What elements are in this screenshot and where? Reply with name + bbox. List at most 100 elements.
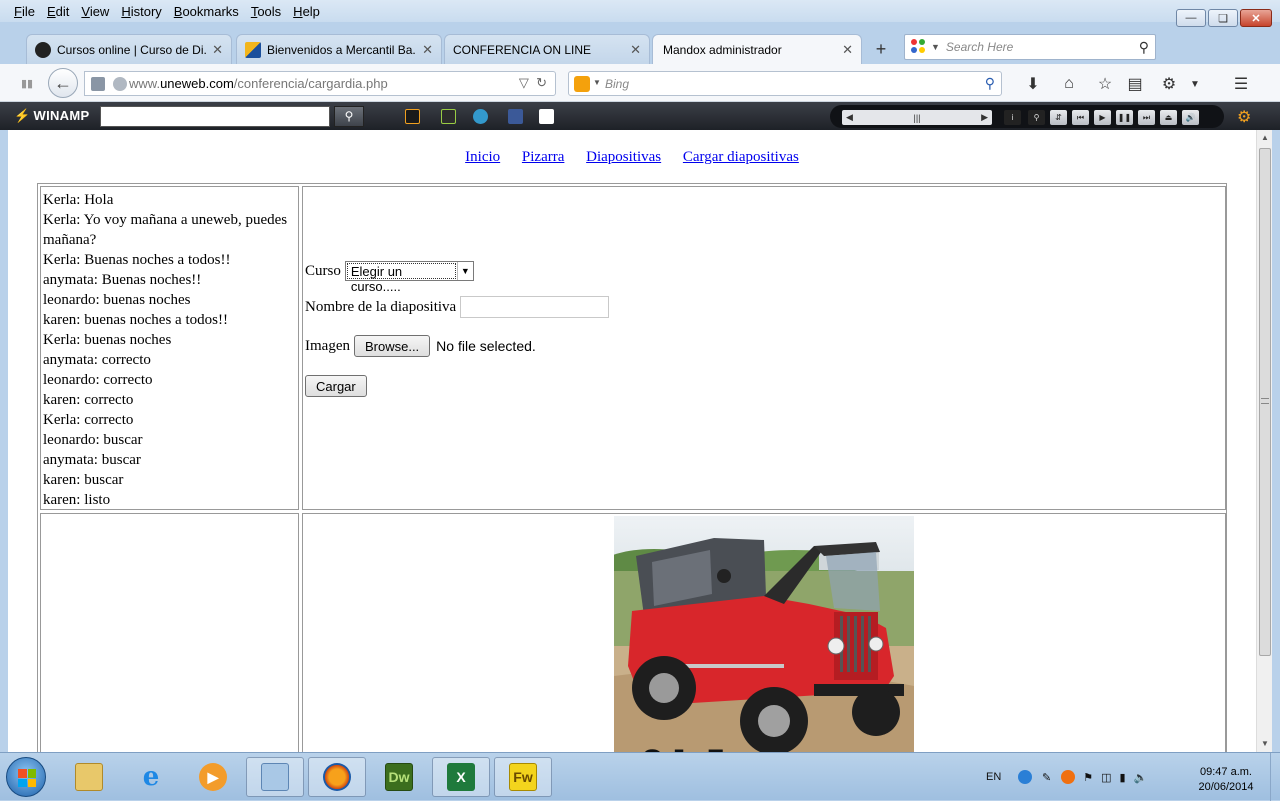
- back-button[interactable]: ←: [48, 68, 78, 98]
- browse-button[interactable]: Browse...: [353, 335, 431, 357]
- chat-message: Kerla: correcto: [43, 412, 134, 428]
- winamp-volume-slider[interactable]: ◀ ||| ▶: [842, 110, 992, 125]
- menu-file[interactable]: File: [8, 4, 41, 19]
- search-icon[interactable]: ⚲: [1139, 39, 1149, 56]
- ebay-icon[interactable]: [539, 109, 554, 124]
- menu-bookmarks[interactable]: Bookmarks: [168, 4, 245, 19]
- clock[interactable]: 09:47 a.m. 20/06/2014: [1186, 765, 1266, 795]
- curso-select[interactable]: Elegir un curso..... ▼: [344, 261, 474, 294]
- ie-app[interactable]: e: [122, 757, 180, 797]
- winamp-logo: ⚡ WINAMP: [14, 108, 89, 124]
- download-icon[interactable]: ⬇: [1022, 73, 1044, 95]
- scroll-up-icon[interactable]: ▲: [1257, 130, 1273, 146]
- close-tab-icon[interactable]: ✕: [630, 42, 641, 58]
- facebook-icon[interactable]: [508, 109, 523, 124]
- search-icon[interactable]: ⚲: [1028, 110, 1045, 125]
- excel-icon: X: [447, 763, 475, 791]
- chat-message: anymata: buscar: [43, 452, 141, 468]
- android-icon[interactable]: [441, 109, 456, 124]
- nav-cargar-diapositivas-link[interactable]: Cargar diapositivas: [683, 149, 799, 165]
- excel-app[interactable]: X: [432, 757, 490, 797]
- window-controls: — ❏ ✕: [1176, 9, 1272, 27]
- info-icon[interactable]: i: [1004, 110, 1021, 125]
- home-icon[interactable]: ⌂: [1058, 73, 1080, 95]
- addon-icon[interactable]: ⚙: [1158, 73, 1180, 95]
- jeep-photo: [614, 516, 914, 752]
- device-icon[interactable]: ◫: [1101, 771, 1111, 784]
- winamp-search-input[interactable]: [100, 106, 330, 127]
- close-window-button[interactable]: ✕: [1240, 9, 1272, 27]
- reload-icon[interactable]: ▽ ↻: [519, 75, 547, 91]
- chat-message: anymata: Buenas noches!!: [43, 272, 202, 288]
- nav-pizarra-link[interactable]: Pizarra: [522, 149, 564, 165]
- sync-icon[interactable]: [1018, 770, 1032, 784]
- dreamweaver-app[interactable]: Dw: [370, 757, 428, 797]
- avast-icon[interactable]: [1061, 770, 1076, 784]
- winamp-toolbar: ⚡ WINAMP ⚲ ◀ ||| ▶ i ⚲ ⇵ ⏮ ▶ ❚❚ ⏭ ⏏ 🔊 ⚙: [0, 102, 1280, 130]
- vertical-scrollbar[interactable]: ▲ ▼: [1256, 130, 1272, 752]
- flag-icon[interactable]: ⚑: [1083, 771, 1093, 784]
- menu-history[interactable]: History: [115, 4, 167, 19]
- search-engine-icon: [911, 39, 927, 55]
- empty-cell: [40, 513, 299, 752]
- tab-mercantil[interactable]: Bienvenidos a Mercantil Ba... ✕: [236, 34, 442, 64]
- bookmark-star-icon[interactable]: ☆: [1094, 73, 1116, 95]
- volume-icon[interactable]: 🔊: [1182, 110, 1199, 125]
- pen-icon[interactable]: ✎: [1042, 771, 1051, 784]
- eject-icon[interactable]: ⏏: [1160, 110, 1177, 125]
- firefox-app[interactable]: [308, 757, 366, 797]
- nav-inicio-link[interactable]: Inicio: [465, 149, 500, 165]
- maximize-button[interactable]: ❏: [1208, 9, 1238, 27]
- site-nav: Inicio Pizarra Diapositivas Cargar diapo…: [8, 149, 1256, 166]
- tab-mandox-active[interactable]: Mandox administrador ✕: [652, 34, 862, 64]
- scroll-down-icon[interactable]: ▼: [1257, 736, 1273, 752]
- fireworks-app[interactable]: Fw: [494, 757, 552, 797]
- folder-icon: [75, 763, 103, 791]
- tab-cursos-online[interactable]: Cursos online | Curso de Di... ✕: [26, 34, 232, 64]
- next-icon[interactable]: ⏭: [1138, 110, 1155, 125]
- menu-help[interactable]: Help: [287, 4, 326, 19]
- menu-hamburger-icon[interactable]: ☰: [1230, 73, 1252, 95]
- bookmarks-list-icon[interactable]: ▤: [1124, 73, 1146, 95]
- nombre-input[interactable]: [460, 296, 610, 318]
- tab-conferencia[interactable]: CONFERENCIA ON LINE ✕: [444, 34, 650, 64]
- page-icon: [91, 77, 105, 91]
- nav-diapositivas-link[interactable]: Diapositivas: [586, 149, 661, 165]
- media-player-app[interactable]: ▶: [184, 757, 242, 797]
- play-icon[interactable]: ▶: [1094, 110, 1111, 125]
- chat-message: leonardo: correcto: [43, 372, 153, 388]
- chat-message: anymata: correcto: [43, 352, 151, 368]
- chevron-down-icon[interactable]: ▼: [1184, 73, 1206, 95]
- close-tab-icon[interactable]: ✕: [422, 42, 433, 58]
- notepad-app[interactable]: [246, 757, 304, 797]
- scroll-grip: [1261, 398, 1269, 404]
- twitter-icon[interactable]: [473, 109, 488, 124]
- menu-tools[interactable]: Tools: [245, 4, 287, 19]
- top-search-box[interactable]: ▼ Search Here ⚲: [904, 34, 1156, 60]
- url-bar[interactable]: www. uneweb.com/conferencia/cargardia.php…: [84, 71, 556, 96]
- winamp-icon[interactable]: [405, 109, 420, 124]
- shuffle-icon[interactable]: ⇵: [1050, 110, 1067, 125]
- winamp-search-button[interactable]: ⚲: [334, 106, 364, 127]
- close-tab-icon[interactable]: ✕: [842, 42, 853, 58]
- language-indicator[interactable]: EN: [986, 753, 1001, 801]
- show-desktop-button[interactable]: [1270, 753, 1280, 801]
- cargar-button[interactable]: Cargar: [305, 375, 367, 397]
- close-tab-icon[interactable]: ✕: [212, 42, 223, 58]
- previous-icon[interactable]: ⏮: [1072, 110, 1089, 125]
- network-icon[interactable]: ▮: [1120, 771, 1126, 784]
- dreamweaver-icon: Dw: [385, 763, 413, 791]
- explorer-app[interactable]: [60, 757, 118, 797]
- search-icon[interactable]: ⚲: [985, 75, 995, 92]
- minimize-button[interactable]: —: [1176, 9, 1206, 27]
- new-tab-button[interactable]: +: [870, 38, 892, 60]
- signal-icon: ▮▮: [20, 77, 34, 90]
- menu-edit[interactable]: Edit: [41, 4, 75, 19]
- bing-search-box[interactable]: ▼ Bing ⚲: [568, 71, 1002, 96]
- windows-logo-icon: [18, 769, 36, 787]
- menu-view[interactable]: View: [75, 4, 115, 19]
- pause-icon[interactable]: ❚❚: [1116, 110, 1133, 125]
- start-button[interactable]: [6, 757, 46, 797]
- gear-icon[interactable]: ⚙: [1237, 107, 1251, 127]
- speaker-icon[interactable]: 🔈: [1134, 771, 1148, 784]
